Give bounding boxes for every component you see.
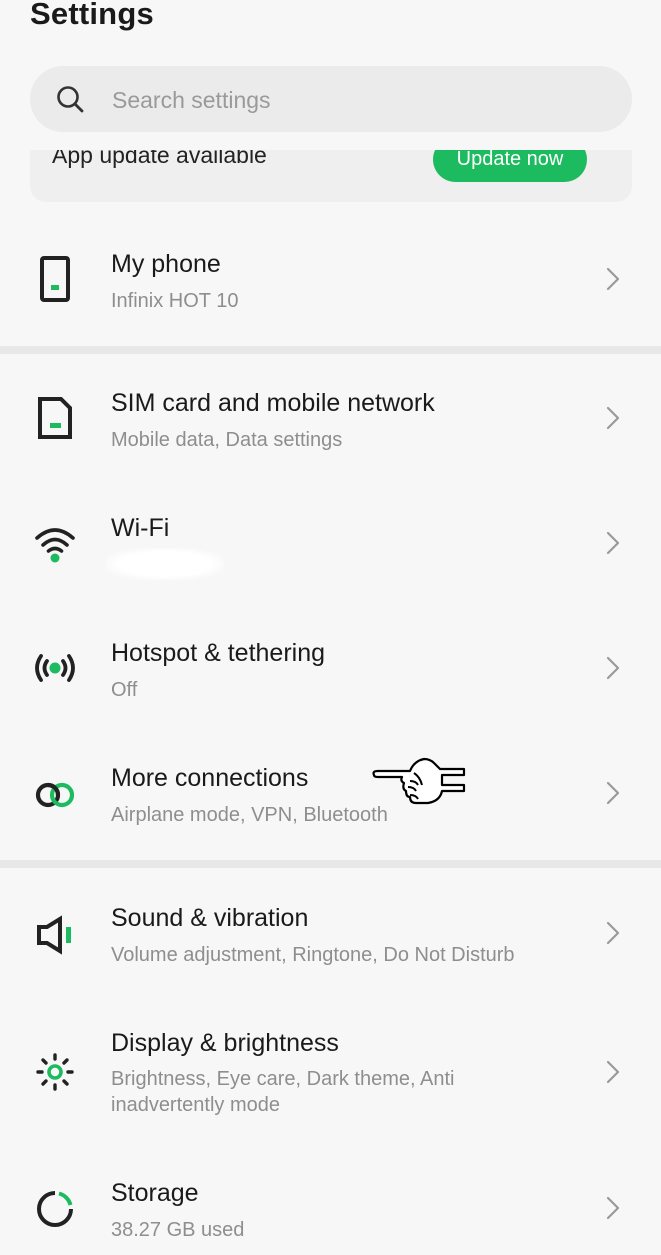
settings-item-more-connections[interactable]: More connections Airplane mode, VPN, Blu… (0, 742, 661, 860)
settings-item-subtitle: 38.27 GB used (111, 1219, 245, 1241)
brightness-icon (30, 1047, 80, 1097)
settings-item-display[interactable]: Display & brightness Brightness, Eye car… (0, 1007, 661, 1147)
settings-item-title: Display & brightness (111, 1029, 339, 1057)
settings-item-title: Sound & vibration (111, 904, 309, 932)
update-banner: App update available Update now (30, 150, 632, 202)
settings-item-subtitle: Off (111, 679, 138, 701)
settings-item-hotspot[interactable]: Hotspot & tethering Off (0, 617, 661, 735)
update-now-button[interactable]: Update now (433, 150, 587, 182)
settings-item-subtitle: Airplane mode, VPN, Bluetooth (111, 804, 388, 826)
settings-item-title: My phone (111, 250, 221, 278)
chevron-right-icon (603, 266, 623, 292)
settings-item-wifi[interactable]: Wi-Fi (0, 492, 661, 610)
settings-item-storage[interactable]: Storage 38.27 GB used (0, 1157, 661, 1255)
search-input[interactable] (110, 66, 594, 134)
chevron-right-icon (603, 780, 623, 806)
chevron-right-icon (603, 1195, 623, 1221)
chevron-right-icon (603, 530, 623, 556)
pointing-hand-icon (370, 755, 466, 807)
settings-item-subtitle: Mobile data, Data settings (111, 429, 343, 451)
update-banner-text: App update available (52, 150, 267, 168)
redacted-network-name (106, 548, 224, 580)
chevron-right-icon (603, 920, 623, 946)
settings-item-title: Hotspot & tethering (111, 639, 326, 667)
settings-item-title: SIM card and mobile network (111, 389, 435, 417)
search-icon (55, 84, 85, 114)
settings-item-subtitle: Brightness, Eye care, Dark theme, Anti i… (111, 1068, 455, 1116)
settings-item-sound[interactable]: Sound & vibration Volume adjustment, Rin… (0, 882, 661, 1000)
settings-item-my-phone[interactable]: My phone Infinix HOT 10 (0, 228, 661, 346)
settings-item-subtitle: Infinix HOT 10 (111, 290, 239, 312)
speaker-icon (30, 910, 80, 960)
chevron-right-icon (603, 1059, 623, 1085)
sim-card-icon (30, 393, 80, 443)
link-icon (30, 770, 80, 820)
hotspot-icon (30, 643, 80, 693)
chevron-right-icon (603, 405, 623, 431)
phone-icon (30, 254, 80, 304)
settings-item-sim-card[interactable]: SIM card and mobile network Mobile data,… (0, 367, 661, 485)
search-bar[interactable] (30, 66, 632, 134)
chevron-right-icon (603, 655, 623, 681)
page-title: Settings (30, 0, 154, 31)
section-divider (0, 346, 661, 354)
wifi-icon (30, 518, 80, 568)
settings-item-title: Wi-Fi (111, 514, 170, 542)
settings-item-subtitle: Volume adjustment, Ringtone, Do Not Dist… (111, 944, 515, 966)
storage-icon (30, 1184, 80, 1234)
settings-item-title: Storage (111, 1179, 199, 1207)
section-divider (0, 860, 661, 868)
settings-item-title: More connections (111, 764, 309, 792)
